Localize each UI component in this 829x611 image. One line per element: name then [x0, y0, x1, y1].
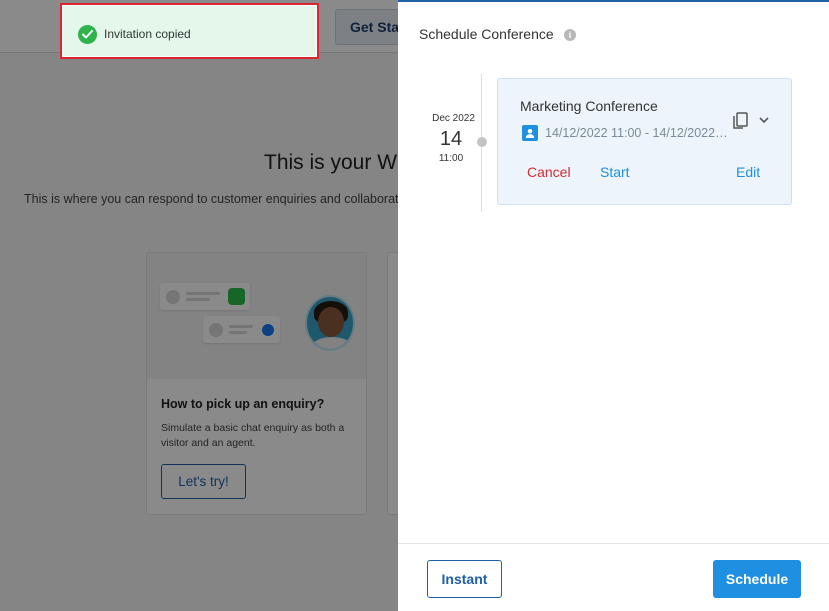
edit-button[interactable]: Edit	[736, 164, 760, 180]
conference-name: Marketing Conference	[520, 98, 658, 114]
panel-title: Schedule Conference	[419, 26, 554, 42]
timeline-dot	[477, 137, 487, 147]
schedule-conference-panel: Schedule Conference i Dec 2022 14 11:00 …	[398, 0, 829, 611]
schedule-button[interactable]: Schedule	[713, 560, 801, 598]
check-circle-icon	[78, 25, 97, 44]
start-button[interactable]: Start	[600, 164, 630, 180]
cancel-button[interactable]: Cancel	[527, 164, 571, 180]
toast-notification: Invitation copied	[60, 3, 319, 59]
info-icon[interactable]: i	[564, 29, 576, 41]
event-day: 14	[439, 128, 463, 150]
conference-card: Marketing Conference 14/12/2022 11:00 - …	[497, 78, 792, 205]
event-month-year: Dec 2022	[432, 113, 475, 124]
contact-icon	[522, 125, 538, 141]
chevron-down-icon[interactable]	[758, 115, 770, 125]
instant-button[interactable]: Instant	[427, 560, 502, 598]
toast-message: Invitation copied	[104, 27, 191, 41]
event-time: 11:00	[438, 153, 464, 164]
copy-icon[interactable]	[732, 112, 748, 130]
event-date: Dec 2022 14 11:00	[420, 113, 482, 164]
panel-footer: Instant Schedule	[398, 543, 829, 611]
conference-time-range: 14/12/2022 11:00 - 14/12/2022 12:00	[545, 126, 729, 140]
